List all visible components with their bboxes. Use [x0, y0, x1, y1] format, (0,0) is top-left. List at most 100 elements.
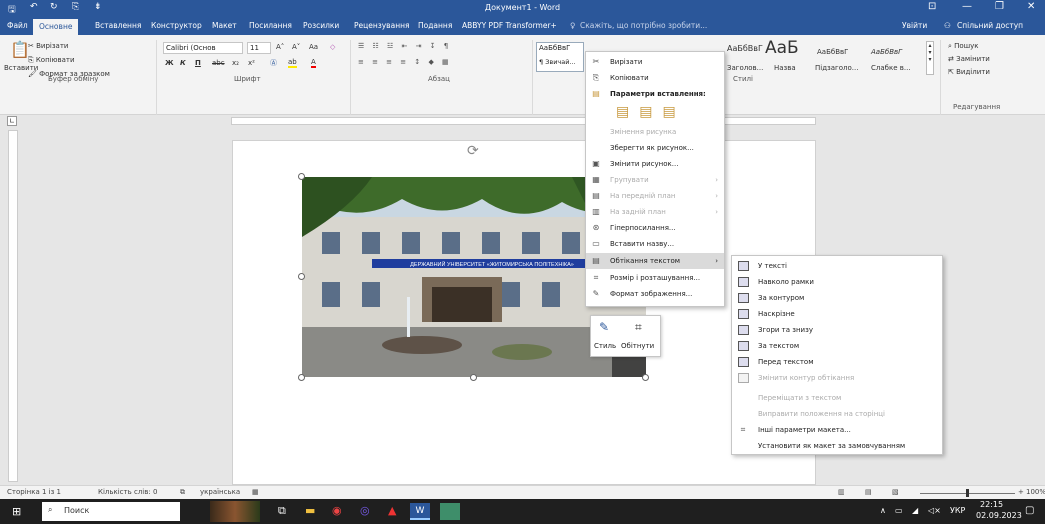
paste-option-icons[interactable]: ▤▤▤: [616, 104, 686, 120]
subscript-button[interactable]: x₂: [232, 59, 239, 67]
style-subtle-label[interactable]: Слабке в...: [871, 64, 911, 72]
wrap-in-front[interactable]: Перед текстом: [732, 354, 942, 370]
resize-handle-nw[interactable]: [298, 173, 305, 180]
restore-button[interactable]: ❐: [995, 1, 1004, 12]
wrap-through[interactable]: Наскрізне: [732, 306, 942, 322]
word-taskbar-icon[interactable]: W: [410, 503, 430, 520]
menu-item-size-position[interactable]: ⌗ Розмір і розташування...: [586, 270, 724, 286]
viber-icon[interactable]: ◎: [360, 504, 370, 517]
app-taskbar-icon[interactable]: [440, 503, 460, 520]
menu-item-change-picture[interactable]: ▣ Змінити рисунок...: [586, 156, 724, 172]
tab-abbyy[interactable]: ABBYY PDF Transformer+: [462, 21, 557, 30]
menu-item-hyperlink[interactable]: ⊛ Гіперпосилання...: [586, 220, 724, 236]
italic-button[interactable]: К: [180, 59, 186, 67]
minimize-button[interactable]: —: [962, 1, 972, 12]
align-buttons[interactable]: ≡ ≡ ≡ ≡ ↕ ◆ ▦: [358, 58, 452, 66]
style-subtitle-preview[interactable]: АаБбВвГ: [817, 48, 848, 56]
resize-handle-s[interactable]: [470, 374, 477, 381]
tell-me-input[interactable]: Скажіть, що потрібно зробити...: [580, 21, 707, 30]
print-layout-icon[interactable]: ▤: [865, 488, 872, 496]
vertical-ruler[interactable]: [8, 130, 18, 482]
underline-button[interactable]: П: [195, 59, 201, 67]
network-icon[interactable]: ◢: [912, 506, 918, 515]
notification-icon[interactable]: ▢: [1025, 505, 1034, 516]
wrap-top-bottom[interactable]: Згори та знизу: [732, 322, 942, 338]
share-button[interactable]: Спільний доступ: [957, 21, 1023, 30]
rotate-handle-icon[interactable]: ⟳: [467, 143, 479, 159]
menu-item-save-as-picture[interactable]: Зберегти як рисунок...: [586, 140, 724, 156]
font-size-select[interactable]: 11: [247, 42, 271, 54]
web-layout-icon[interactable]: ▧: [892, 488, 899, 496]
tab-design[interactable]: Конструктор: [151, 21, 202, 30]
tab-file[interactable]: Файл: [7, 21, 28, 30]
tab-selector-icon[interactable]: ∟: [7, 116, 17, 126]
highlight-icon[interactable]: ab: [288, 58, 297, 68]
wrap-inline[interactable]: У тексті: [732, 258, 942, 274]
mini-style-button[interactable]: Стиль: [594, 342, 616, 350]
widget-bird-image[interactable]: [210, 501, 260, 522]
change-case-button[interactable]: Aa: [309, 43, 318, 51]
tab-review[interactable]: Рецензування: [354, 21, 410, 30]
strikethrough-button[interactable]: abc: [212, 59, 225, 67]
taskbar-search-box[interactable]: ⌕ Поиск: [42, 502, 180, 521]
menu-item-copy[interactable]: ⎘ Копіювати: [586, 70, 724, 86]
wrap-behind-text[interactable]: За текстом: [732, 338, 942, 354]
styles-scroll-icon[interactable]: ▴ ▾ ▾: [926, 41, 934, 75]
ribbon-options-icon[interactable]: ⊡: [928, 1, 936, 12]
resize-handle-se[interactable]: [642, 374, 649, 381]
style-subtitle-label[interactable]: Підзаголо...: [815, 64, 858, 72]
close-button[interactable]: ✕: [1027, 1, 1035, 12]
tab-insert[interactable]: Вставлення: [95, 21, 141, 30]
macro-icon[interactable]: ▦: [252, 488, 259, 496]
zoom-level[interactable]: 100%: [1026, 488, 1045, 496]
tab-view[interactable]: Подання: [418, 21, 452, 30]
zoom-in-icon[interactable]: +: [1018, 488, 1024, 496]
crop-icon[interactable]: ⌗: [635, 320, 642, 335]
word-count[interactable]: Кількість слів: 0: [98, 488, 157, 496]
clock-date[interactable]: 02.09.2023: [976, 511, 1022, 520]
list-buttons[interactable]: ☰ ☷ ☳ ⇤ ⇥ ↧ ¶: [358, 42, 451, 50]
tab-mailings[interactable]: Розсилки: [303, 21, 339, 30]
clear-format-icon[interactable]: ◇: [330, 43, 335, 51]
windows-start-icon[interactable]: ⊞: [12, 505, 21, 518]
tab-home[interactable]: Основне: [33, 19, 79, 35]
style-heading-preview[interactable]: АаБбВвГ: [727, 44, 763, 53]
bold-button[interactable]: Ж: [165, 59, 174, 67]
style-title-label[interactable]: Назва: [774, 64, 796, 72]
menu-item-format-picture[interactable]: ✎ Формат зображення...: [586, 286, 724, 302]
text-effects-icon[interactable]: Ⓐ: [270, 58, 277, 68]
pdf-reader-icon[interactable]: ▲: [388, 504, 396, 517]
set-default-layout[interactable]: Установити як макет за замовчуванням: [732, 438, 942, 454]
sign-in-link[interactable]: Увійти: [902, 21, 927, 30]
font-color-icon[interactable]: A: [311, 58, 316, 68]
ruler-track[interactable]: [231, 117, 816, 125]
tray-chevron-icon[interactable]: ∧: [880, 506, 886, 515]
shrink-font-button[interactable]: A˅: [292, 43, 300, 51]
style-brush-icon[interactable]: ✎: [599, 320, 609, 334]
mini-crop-button[interactable]: Обітнути: [621, 342, 654, 350]
style-heading-label[interactable]: Заголов...: [727, 64, 763, 72]
read-mode-icon[interactable]: ▥: [838, 488, 845, 496]
paste-icon[interactable]: 📋: [10, 40, 30, 59]
more-layout-options[interactable]: ⌗ Інші параметри макета...: [732, 422, 942, 438]
clock-time[interactable]: 22:15: [980, 500, 1003, 509]
style-subtle-preview[interactable]: АаБбВвГ: [871, 48, 902, 56]
task-view-icon[interactable]: ⧉: [278, 504, 286, 518]
battery-icon[interactable]: ▭: [895, 506, 903, 515]
style-title-preview[interactable]: АаБ: [765, 38, 799, 58]
tab-layout[interactable]: Макет: [212, 21, 237, 30]
proofing-icon[interactable]: ⧉: [180, 488, 185, 497]
chrome-icon[interactable]: ◉: [332, 504, 342, 517]
volume-icon[interactable]: ◁×: [928, 506, 941, 515]
menu-item-cut[interactable]: ✂ Вирізати: [586, 54, 724, 70]
menu-item-wrap-text[interactable]: ▤ Обтікання текстом ›: [586, 253, 724, 269]
resize-handle-w[interactable]: [298, 273, 305, 280]
input-language[interactable]: УКР: [950, 506, 965, 515]
superscript-button[interactable]: x²: [248, 59, 255, 67]
page-count[interactable]: Сторінка 1 із 1: [7, 488, 61, 496]
language[interactable]: українська: [200, 488, 240, 496]
zoom-thumb[interactable]: [966, 489, 969, 497]
grow-font-button[interactable]: A˄: [276, 43, 284, 51]
font-name-select[interactable]: Calibri (Основ: [163, 42, 243, 54]
resize-handle-sw[interactable]: [298, 374, 305, 381]
